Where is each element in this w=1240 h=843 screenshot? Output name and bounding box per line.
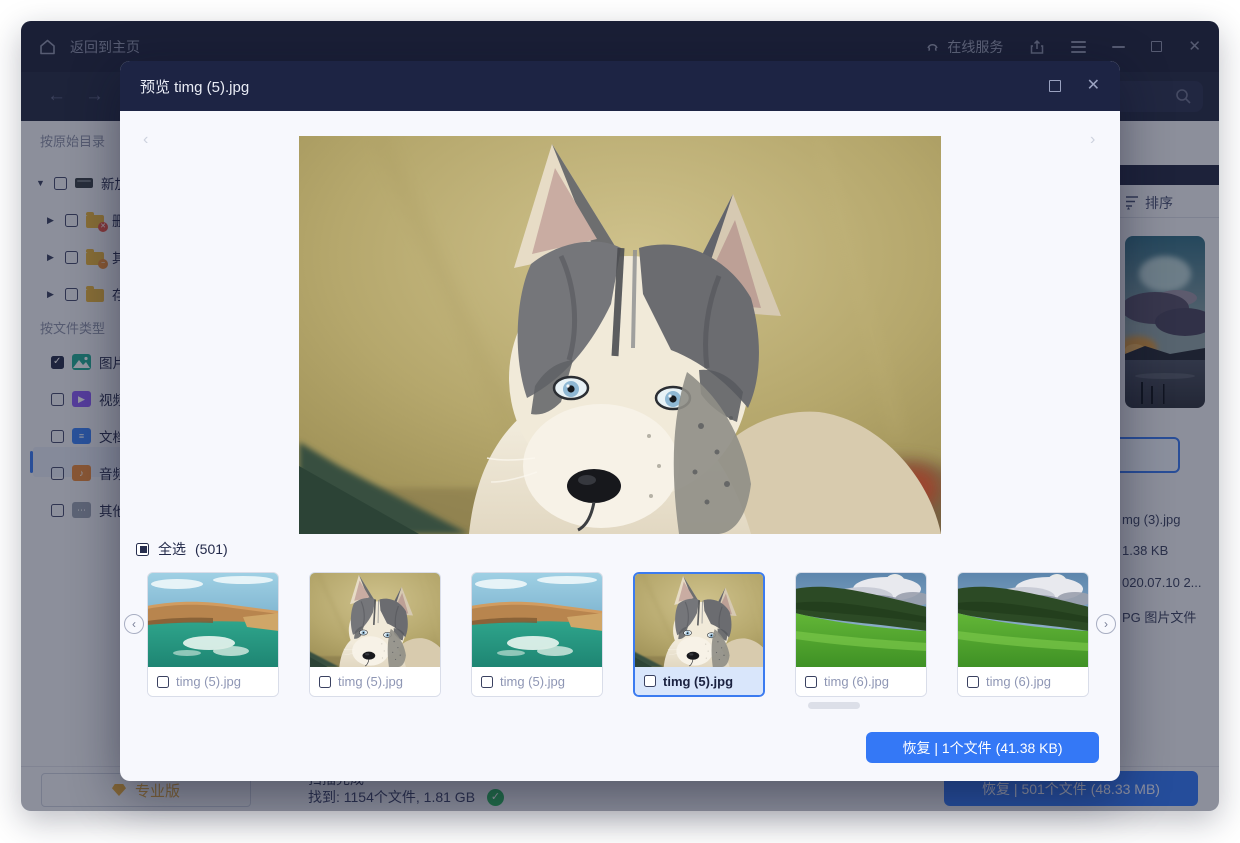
thumbnails-scrollbar[interactable] (808, 702, 860, 709)
thumbnail-filename: timg (5).jpg (176, 674, 241, 689)
thumbnail-image (148, 573, 278, 667)
select-all-count: (501) (195, 541, 228, 557)
dialog-header: 预览 timg (5).jpg ✕ (120, 61, 1120, 111)
thumbnails-next-button[interactable]: › (1096, 614, 1116, 634)
dialog-maximize-button[interactable] (1049, 80, 1061, 92)
thumbnail-image (472, 573, 602, 667)
screen: 返回到主页 在线服务 ✕ ← (0, 0, 1240, 843)
thumbnail-image (635, 574, 763, 667)
thumbnail-filename: timg (6).jpg (986, 674, 1051, 689)
preview-dialog: 预览 timg (5).jpg ✕ ‹ › 全选 (501) timg (5).… (120, 61, 1120, 781)
dialog-close-button[interactable]: ✕ (1087, 78, 1100, 94)
thumbnail-image (310, 573, 440, 667)
thumbnail-checkbox[interactable] (481, 676, 493, 688)
thumbnail-checkbox[interactable] (157, 676, 169, 688)
thumbnail-filename: timg (5).jpg (338, 674, 403, 689)
thumbnail-checkbox[interactable] (319, 676, 331, 688)
thumbnail-card[interactable]: timg (6).jpg (795, 572, 927, 697)
thumbnail-card-selected[interactable]: timg (5).jpg (633, 572, 765, 697)
thumbnail-checkbox[interactable] (644, 675, 656, 687)
thumbnail-filename: timg (5).jpg (663, 674, 733, 689)
thumbnails-prev-button[interactable]: ‹ (124, 614, 144, 634)
thumbnail-image (958, 573, 1088, 667)
select-all-checkbox[interactable] (136, 543, 149, 556)
thumbnail-card[interactable]: timg (5).jpg (309, 572, 441, 697)
thumbnail-image (796, 573, 926, 667)
preview-prev-icon[interactable]: ‹ (143, 131, 148, 149)
preview-image (299, 136, 941, 534)
preview-next-icon[interactable]: › (1090, 131, 1095, 149)
thumbnail-filename: timg (6).jpg (824, 674, 889, 689)
dialog-title: 预览 timg (5).jpg (140, 76, 249, 97)
thumbnail-card[interactable]: timg (5).jpg (147, 572, 279, 697)
recover-selected-button[interactable]: 恢复 | 1个文件 (41.38 KB) (866, 732, 1099, 763)
select-all-row[interactable]: 全选 (501) (136, 539, 228, 559)
thumbnail-filename: timg (5).jpg (500, 674, 565, 689)
thumbnail-card[interactable]: timg (6).jpg (957, 572, 1089, 697)
thumbnail-checkbox[interactable] (805, 676, 817, 688)
thumbnail-checkbox[interactable] (967, 676, 979, 688)
select-all-label: 全选 (158, 539, 186, 559)
thumbnail-card[interactable]: timg (5).jpg (471, 572, 603, 697)
